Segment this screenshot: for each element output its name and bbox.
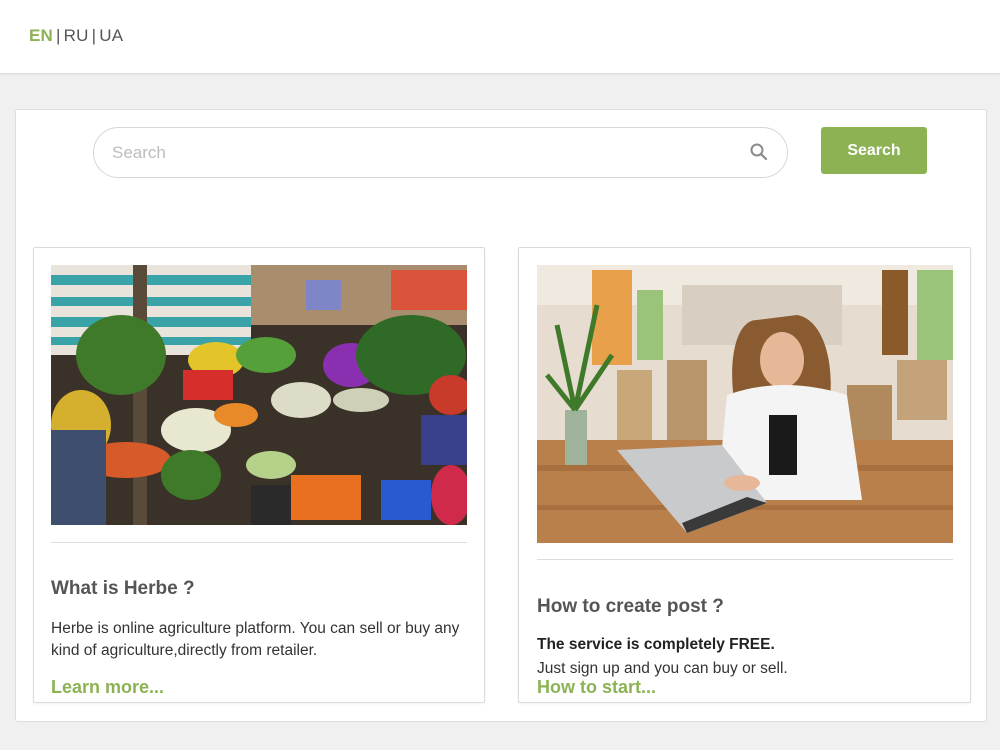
search-icon[interactable] (749, 142, 769, 162)
lang-ru-link[interactable]: RU (64, 26, 89, 45)
language-switcher: EN | RU | UA (29, 26, 123, 46)
lang-en-link[interactable]: EN (29, 26, 53, 45)
lang-ua-link[interactable]: UA (99, 26, 123, 45)
how-to-start-link[interactable]: How to start... (537, 677, 656, 698)
card-divider (51, 542, 467, 543)
card-title: How to create post ? (537, 596, 724, 617)
card-highlight: The service is completely FREE. (537, 636, 775, 653)
top-bar: EN | RU | UA (0, 0, 1000, 74)
cafe-illustration (537, 265, 953, 543)
info-card-what-is-herbe: What is Herbe ? Herbe is online agricult… (33, 247, 485, 703)
info-card-how-to-create-post: How to create post ? The service is comp… (518, 247, 971, 703)
card-divider (537, 559, 953, 560)
lang-separator: | (91, 26, 97, 45)
market-illustration (51, 265, 467, 525)
learn-more-link[interactable]: Learn more... (51, 677, 164, 698)
market-stall-image (51, 265, 467, 525)
search-input[interactable] (112, 140, 732, 166)
search-box[interactable] (93, 127, 788, 178)
card-title: What is Herbe ? (51, 578, 195, 599)
card-description: Herbe is online agriculture platform. Yo… (51, 620, 460, 659)
search-button[interactable]: Search (821, 127, 927, 174)
lang-separator: | (56, 26, 61, 45)
woman-laptop-image (537, 265, 953, 543)
